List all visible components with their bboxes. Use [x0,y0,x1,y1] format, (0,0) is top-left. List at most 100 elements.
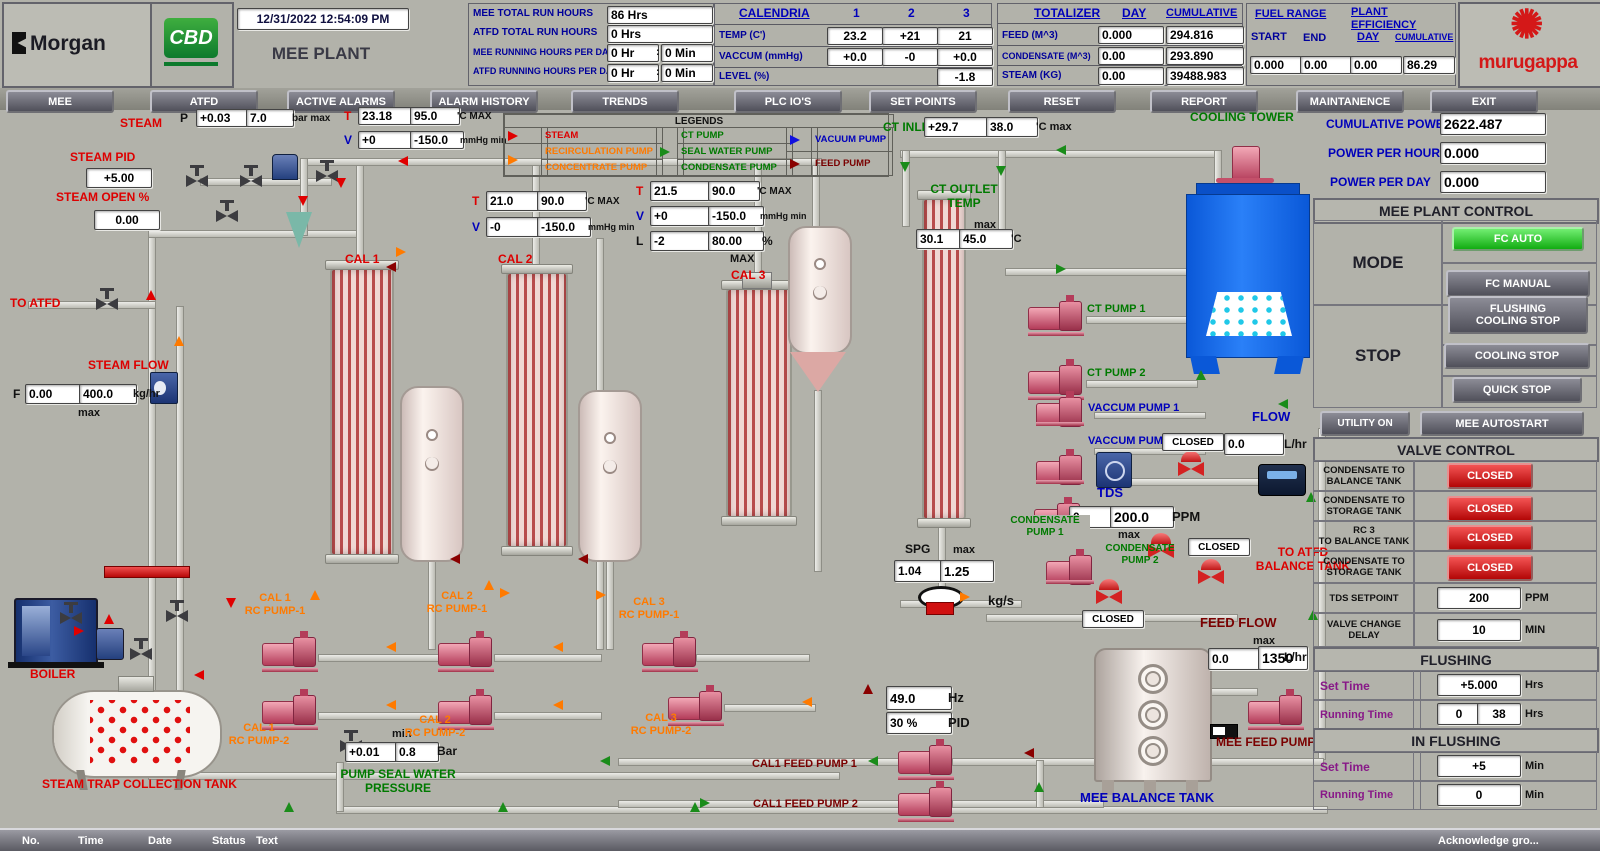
acknowledge-button[interactable]: Acknowledge gro... [1438,835,1539,847]
spg-value: 1.04 [894,560,944,582]
condensate-pump-2[interactable] [1046,550,1094,584]
gate-valve[interactable] [216,210,238,222]
condensate-pump-1-label: CONDENSATE PUMP 1 [1000,515,1090,538]
valve-status-button[interactable]: CLOSED [1447,555,1533,581]
fc-manual-button[interactable]: FC MANUAL [1446,270,1590,297]
fuel-start-value[interactable]: 0.000 [1250,56,1302,74]
valve-change-delay-value[interactable]: 10 [1437,619,1521,641]
vfd-pid-value: 30 % [886,712,952,734]
nav-button-maintanence[interactable]: MAINTANENCE [1296,90,1404,113]
mee-feed-pump-label: MEE FEED PUMP [1216,736,1315,750]
flushing-cooling-stop-button[interactable]: FLUSHING COOLING STOP [1448,296,1588,334]
datetime-display: 12/31/2022 12:54:09 PM [237,8,409,30]
mee-autostart-button[interactable]: MEE AUTOSTART [1420,411,1584,436]
tds-max[interactable]: 200.0 [1110,506,1174,528]
steam-pid-value[interactable]: +5.00 [86,168,152,188]
legend-feed-pump: FEED PUMP [811,151,893,176]
flushing-title: FLUSHING [1313,647,1599,672]
cal3-rc-pump-1-label: CAL 3 RC PUMP-1 [612,596,686,621]
feed-valve-status: CLOSED [1162,433,1224,451]
utility-on-button[interactable]: UTILITY ON [1320,411,1410,436]
flow-arrow [1196,370,1206,380]
cooling-stop-button[interactable]: COOLING STOP [1444,343,1590,369]
vaccum-pump-1[interactable] [1036,392,1084,426]
fuel-range-title: FUEL RANGE [1255,8,1326,21]
nav-button-exit[interactable]: EXIT [1430,90,1538,113]
drain-manifold [104,566,190,578]
calendria-vaccum-1: +0.0 [827,48,883,66]
fc-auto-button[interactable]: FC AUTO [1452,227,1584,251]
gate-valve[interactable] [166,610,188,622]
nav-button-mee[interactable]: MEE [6,90,114,113]
control-valve-mid-closed[interactable] [1096,590,1122,604]
cal1-rc-pump-1[interactable] [262,632,318,672]
flow-arrow [996,166,1006,176]
totalizer-panel: TOTALIZER DAY CUMULATIVE FEED (M^3) 0.00… [997,3,1243,86]
boiler-body [14,598,98,666]
flow-arrow [960,592,970,602]
tds-setpoint-value[interactable]: 200 [1437,587,1521,609]
ct-pump-1[interactable] [1028,296,1084,336]
flow-arrow [578,554,588,564]
in-flushing-set-time-value[interactable]: +5 [1437,755,1521,777]
cal1-feed-pump-2[interactable] [898,782,954,822]
cal1-feed-pump-1[interactable] [898,740,954,780]
gate-valve[interactable] [96,298,118,310]
control-valve-feed-closed[interactable] [1178,462,1204,476]
cal3-vac-min[interactable]: -150.0 [708,206,764,226]
steam-flow-max[interactable]: 400.0 [79,384,137,404]
steam-temp-unit: 'C MAX [457,111,492,123]
cal2-label: CAL 2 [498,253,532,267]
mee-feed-pump[interactable] [1248,690,1304,730]
vaccum-pump-2[interactable] [1036,450,1084,484]
flow-arrow [396,247,406,257]
gate-valve[interactable] [186,175,208,187]
nav-button-plc-ios[interactable]: PLC IO'S [734,90,842,113]
gate-valve[interactable] [240,175,262,187]
fuel-efficiency-panel: FUEL RANGE PLANT EFFICIENCY START END DA… [1246,3,1456,86]
gate-valve[interactable] [60,612,82,624]
nav-button-reset[interactable]: RESET [1008,90,1116,113]
mode-label: MODE [1313,220,1443,306]
valve-status-button[interactable]: CLOSED [1447,496,1533,522]
flow-arrow [104,614,114,624]
steam-trap-tank [52,690,222,778]
flow-arrow [484,580,494,590]
nav-button-trends[interactable]: TRENDS [571,90,679,113]
ct-outlet-temp-max[interactable]: 45.0 [959,229,1013,249]
gate-valve[interactable] [130,648,152,660]
cal3-rc-pump-1[interactable] [642,632,698,672]
pipe [1086,316,1198,324]
control-valve-atfd-closed[interactable] [1198,570,1224,584]
flushing-running-time-unit: Hrs [1525,708,1543,721]
cal3-level-tag: L [636,235,643,249]
calendria-col1: 1 [853,7,860,21]
steam-pressure-max[interactable]: 7.0 [246,109,294,127]
pipe [494,712,602,720]
quick-stop-button[interactable]: QUICK STOP [1452,377,1582,403]
cal3-temp-value: 21.5 [650,181,710,201]
cal2-vac-min[interactable]: -150.0 [537,217,591,237]
fuel-end-value[interactable]: 0.00 [1300,56,1352,74]
steam-vac-min[interactable]: -150.0 [410,131,464,149]
cal3-temp-max[interactable]: 90.0 [708,181,760,201]
cal2-temp-tag: T [472,195,479,209]
valve-status-button[interactable]: CLOSED [1447,525,1533,551]
spg-max[interactable]: 1.25 [940,560,994,582]
cal2-temp-max[interactable]: 90.0 [537,191,587,211]
ct-inlet-temp-max[interactable]: 38.0 [986,117,1038,137]
cal2-rc-pump-1[interactable] [438,632,494,672]
cal3-level-max[interactable]: 80.00 [708,231,764,251]
flushing-set-time-value[interactable]: +5.000 [1437,674,1521,696]
valve-status-button[interactable]: CLOSED [1447,463,1533,489]
gate-valve[interactable] [316,170,338,182]
calendria-vaccum-3: +0.0 [937,48,993,66]
efficiency-cumulative-label: CUMULATIVE [1395,32,1453,42]
mee-plant-hmi-screen: Morgan CBD 12/31/2022 12:54:09 PM MEE PL… [0,0,1600,851]
seal-pressure-min[interactable]: 0.8 [395,742,439,762]
boiler-label: BOILER [30,668,75,682]
fuel-start-label: START [1251,31,1287,44]
alarm-status-bar[interactable]: No. Time Date Status Text Acknowledge gr… [0,828,1600,851]
nav-button-set-points[interactable]: SET POINTS [869,90,977,113]
steam-temp-max[interactable]: 95.0 [410,107,460,125]
